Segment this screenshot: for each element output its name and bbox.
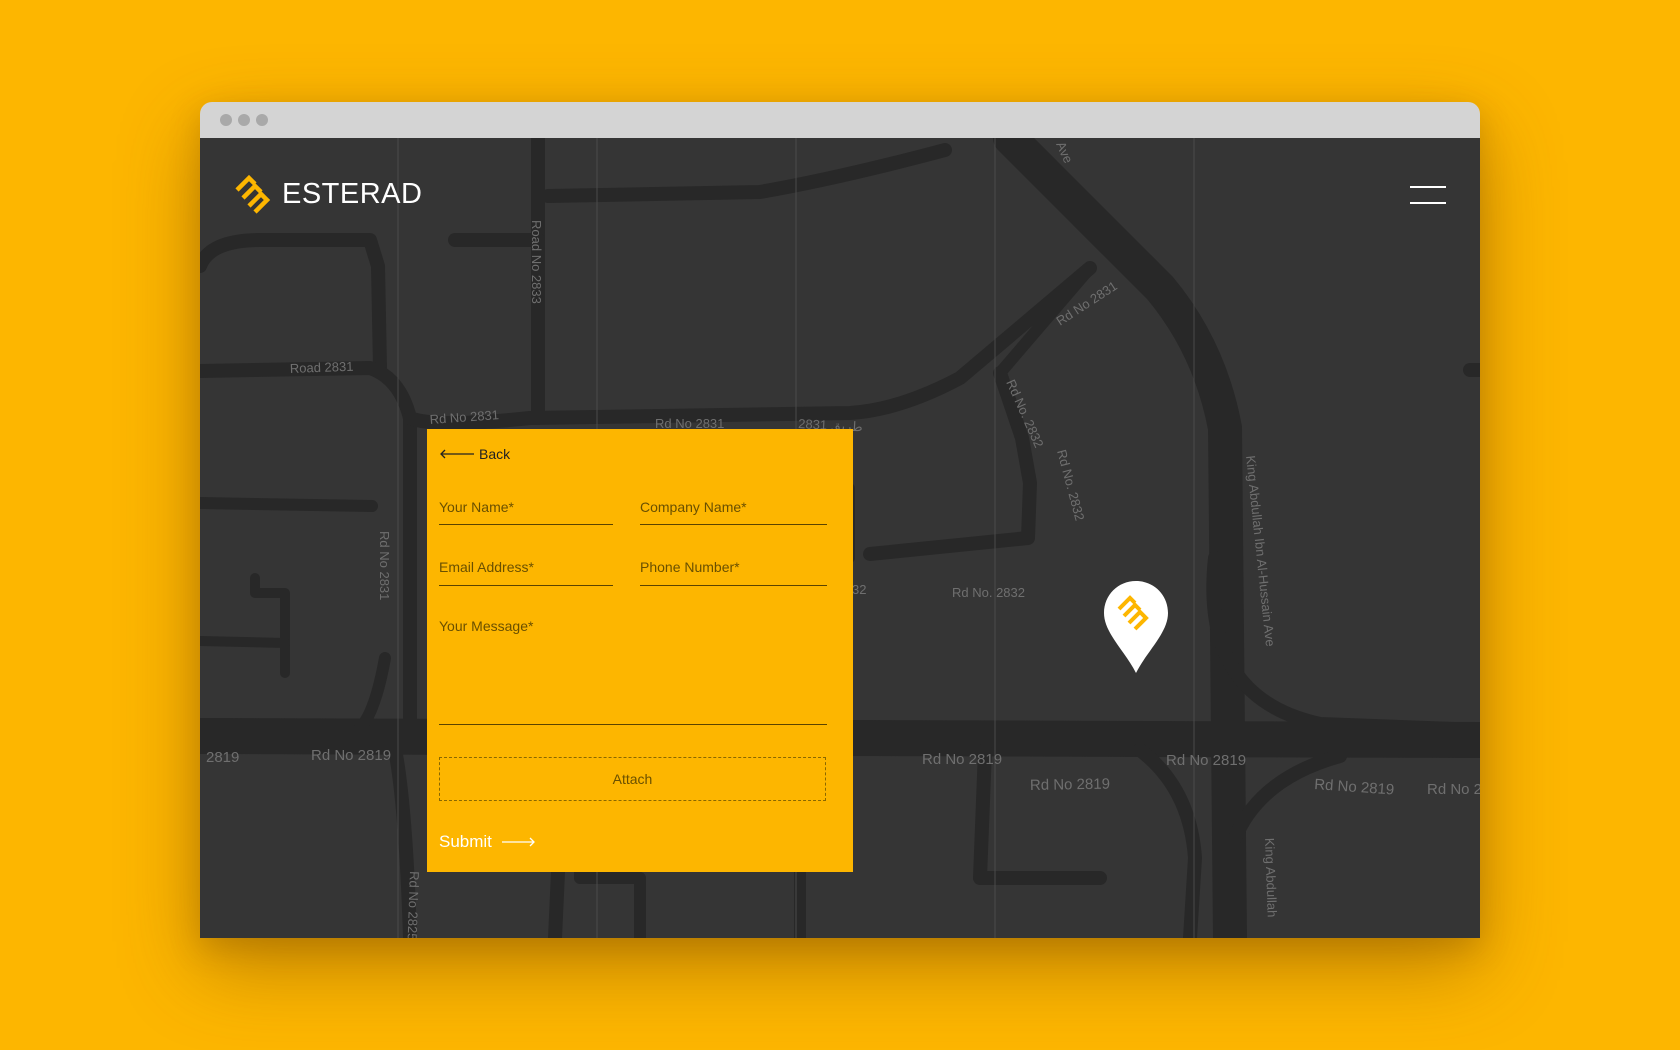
- location-pin-icon[interactable]: [1103, 581, 1169, 673]
- hamburger-menu-icon[interactable]: [1410, 184, 1446, 206]
- name-input[interactable]: [439, 497, 613, 525]
- map-label: Rd No. 2832: [952, 585, 1025, 600]
- back-link[interactable]: Back: [439, 446, 510, 462]
- map-label: Rd No 2831: [377, 531, 392, 600]
- message-textarea[interactable]: [439, 618, 827, 725]
- arrow-left-icon: [440, 449, 474, 459]
- map-label: Rd No 2825: [405, 871, 422, 938]
- browser-window: Road 2831 Rd No 2831 Road No 2833 Rd No …: [200, 102, 1480, 938]
- map-label: Rd No 2819: [1314, 776, 1395, 799]
- site-logo[interactable]: ESTERAD: [234, 174, 422, 214]
- map-label: King Abdullah: [1262, 838, 1280, 918]
- map-label: King Abdullah Ibn Al-Hussain Ave: [1243, 455, 1278, 648]
- browser-title-bar: [200, 102, 1480, 138]
- company-input[interactable]: [640, 497, 827, 525]
- page-viewport: Road 2831 Rd No 2831 Road No 2833 Rd No …: [200, 138, 1480, 938]
- map-label: Rd No 2819: [922, 751, 1002, 768]
- map-label: Road No 2833: [529, 220, 544, 304]
- phone-input[interactable]: [640, 557, 827, 586]
- attach-button[interactable]: Attach: [439, 757, 826, 801]
- map-label: Road 2831: [290, 359, 354, 376]
- map-label: Rd No 2: [1427, 781, 1480, 798]
- window-dot-icon: [238, 114, 250, 126]
- map-label: 2819: [206, 749, 239, 766]
- logo-text: ESTERAD: [282, 177, 423, 210]
- map-label: Rd No. 2832: [1054, 448, 1087, 522]
- map-label: Rd No 2819: [1166, 752, 1246, 769]
- contact-form: Back Attach Submit: [427, 429, 853, 872]
- arrow-right-icon: [501, 837, 535, 847]
- submit-label: Submit: [439, 832, 492, 851]
- map-label: 32: [852, 582, 866, 597]
- email-input[interactable]: [439, 557, 613, 586]
- esterad-logo-icon: [235, 174, 271, 214]
- back-label: Back: [479, 446, 511, 462]
- window-dot-icon: [256, 114, 268, 126]
- window-dot-icon: [220, 114, 232, 126]
- attach-label: Attach: [612, 771, 653, 787]
- submit-button[interactable]: Submit: [439, 832, 536, 852]
- map-label: Rd No 2819: [311, 747, 391, 764]
- map-label: Rd No 2819: [1030, 776, 1110, 794]
